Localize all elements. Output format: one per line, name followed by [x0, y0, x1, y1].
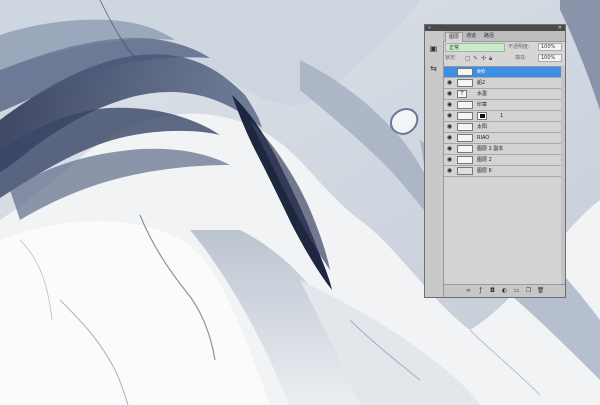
- tab-channels[interactable]: 通道: [463, 32, 479, 41]
- lock-all-icon[interactable]: 🔒︎: [489, 54, 492, 63]
- panel-footer: ∞ ƒ ◘ ◐ ▭ ❐ 🗑︎: [444, 284, 565, 297]
- tab-paths[interactable]: 路径: [481, 32, 497, 41]
- layer-row[interactable]: ◉ 图层 2: [444, 155, 565, 166]
- layer-name: 太阳: [477, 124, 488, 130]
- fx-icon[interactable]: ƒ: [476, 286, 485, 296]
- panel-tabs: 图层 通道 路径: [443, 31, 565, 42]
- photoshop-workspace: » ✕ ▣ ⇆ 图层 通道 路径 正常 不透明度: 100% 锁定: ▢ ✎ ✣…: [0, 0, 600, 405]
- panel-side-strip: ▣ ⇆: [425, 31, 444, 297]
- layer-name: 水墨: [477, 91, 488, 97]
- opacity-label: 不透明度:: [508, 44, 530, 50]
- layer-name: 图层 6: [477, 168, 492, 174]
- layer-thumbnail: [457, 134, 473, 142]
- visibility-eye-icon[interactable]: ◉: [446, 133, 453, 143]
- fill-field[interactable]: 100%: [538, 54, 562, 62]
- layer-row[interactable]: 树6: [444, 67, 565, 78]
- visibility-eye-icon[interactable]: ◉: [446, 144, 453, 154]
- text-layer-icon: T: [457, 90, 467, 98]
- visibility-eye-icon[interactable]: ◉: [446, 78, 453, 88]
- opacity-field[interactable]: 100%: [538, 43, 562, 51]
- layer-name: RIAO: [477, 135, 490, 141]
- layer-row[interactable]: ◉ 图层 6: [444, 166, 565, 177]
- layer-thumbnail: [457, 123, 473, 131]
- layers-list: 树6 ◉ 船2 ◉ T 水墨 ◉ 印章 ◉ 1 ◉ 太阳 ◉ RIAO ◉ 图层…: [444, 66, 565, 286]
- layer-row[interactable]: ◉ 印章: [444, 100, 565, 111]
- layer-thumbnail: [457, 79, 473, 87]
- visibility-eye-icon[interactable]: ◉: [446, 111, 453, 121]
- layer-row[interactable]: ◉ 图层 2 副本: [444, 144, 565, 155]
- lock-transparency-icon[interactable]: ▢: [465, 54, 471, 63]
- layer-thumbnail: [457, 167, 473, 175]
- blend-row: 正常 不透明度: 100%: [445, 43, 563, 52]
- layer-name: 树6: [477, 69, 486, 75]
- link-icon[interactable]: ∞: [464, 286, 473, 296]
- trash-icon[interactable]: 🗑︎: [536, 286, 545, 296]
- visibility-eye-icon[interactable]: [446, 67, 453, 77]
- layer-thumbnail: [457, 156, 473, 164]
- lock-row: 锁定: ▢ ✎ ✣ 🔒︎ 填充: 100%: [445, 54, 563, 63]
- layer-thumbnail: [457, 145, 473, 153]
- visibility-eye-icon[interactable]: ◉: [446, 155, 453, 165]
- layer-row[interactable]: ◉ T 水墨: [444, 89, 565, 100]
- mask-icon[interactable]: ◘: [488, 286, 497, 296]
- new-layer-icon[interactable]: ❐: [524, 286, 533, 296]
- layer-thumbnail: [457, 68, 473, 76]
- visibility-eye-icon[interactable]: ◉: [446, 122, 453, 132]
- lock-move-icon[interactable]: ✣: [481, 54, 486, 63]
- folder-icon[interactable]: ▭: [512, 286, 521, 296]
- actions-icon[interactable]: ⇆: [428, 63, 439, 74]
- layer-thumbnail: [457, 101, 473, 109]
- lock-label: 锁定:: [445, 55, 457, 61]
- layer-row[interactable]: ◉ 1: [444, 111, 565, 122]
- adjustment-icon[interactable]: ◐: [500, 286, 509, 296]
- layer-name: 图层 2 副本: [477, 146, 504, 152]
- layer-name: 图层 2: [477, 157, 492, 163]
- layer-name: 船2: [477, 80, 486, 86]
- layers-panel: » ✕ ▣ ⇆ 图层 通道 路径 正常 不透明度: 100% 锁定: ▢ ✎ ✣…: [424, 24, 566, 298]
- layers-scrollbar[interactable]: [561, 66, 565, 285]
- tab-layers[interactable]: 图层: [445, 32, 463, 42]
- history-icon[interactable]: ▣: [428, 43, 439, 54]
- layer-row[interactable]: ◉ 太阳: [444, 122, 565, 133]
- lock-paint-icon[interactable]: ✎: [473, 54, 478, 63]
- visibility-eye-icon[interactable]: ◉: [446, 100, 453, 110]
- layer-thumbnail: [457, 112, 473, 120]
- layer-name: 印章: [477, 102, 488, 108]
- visibility-eye-icon[interactable]: ◉: [446, 89, 453, 99]
- layer-mask-thumbnail[interactable]: [477, 112, 487, 120]
- layer-row[interactable]: ◉ RIAO: [444, 133, 565, 144]
- visibility-eye-icon[interactable]: ◉: [446, 166, 453, 176]
- layer-row[interactable]: ◉ 船2: [444, 78, 565, 89]
- blend-mode-select[interactable]: 正常: [445, 43, 505, 52]
- fill-label: 填充:: [515, 55, 527, 61]
- layer-name: 1: [500, 113, 504, 119]
